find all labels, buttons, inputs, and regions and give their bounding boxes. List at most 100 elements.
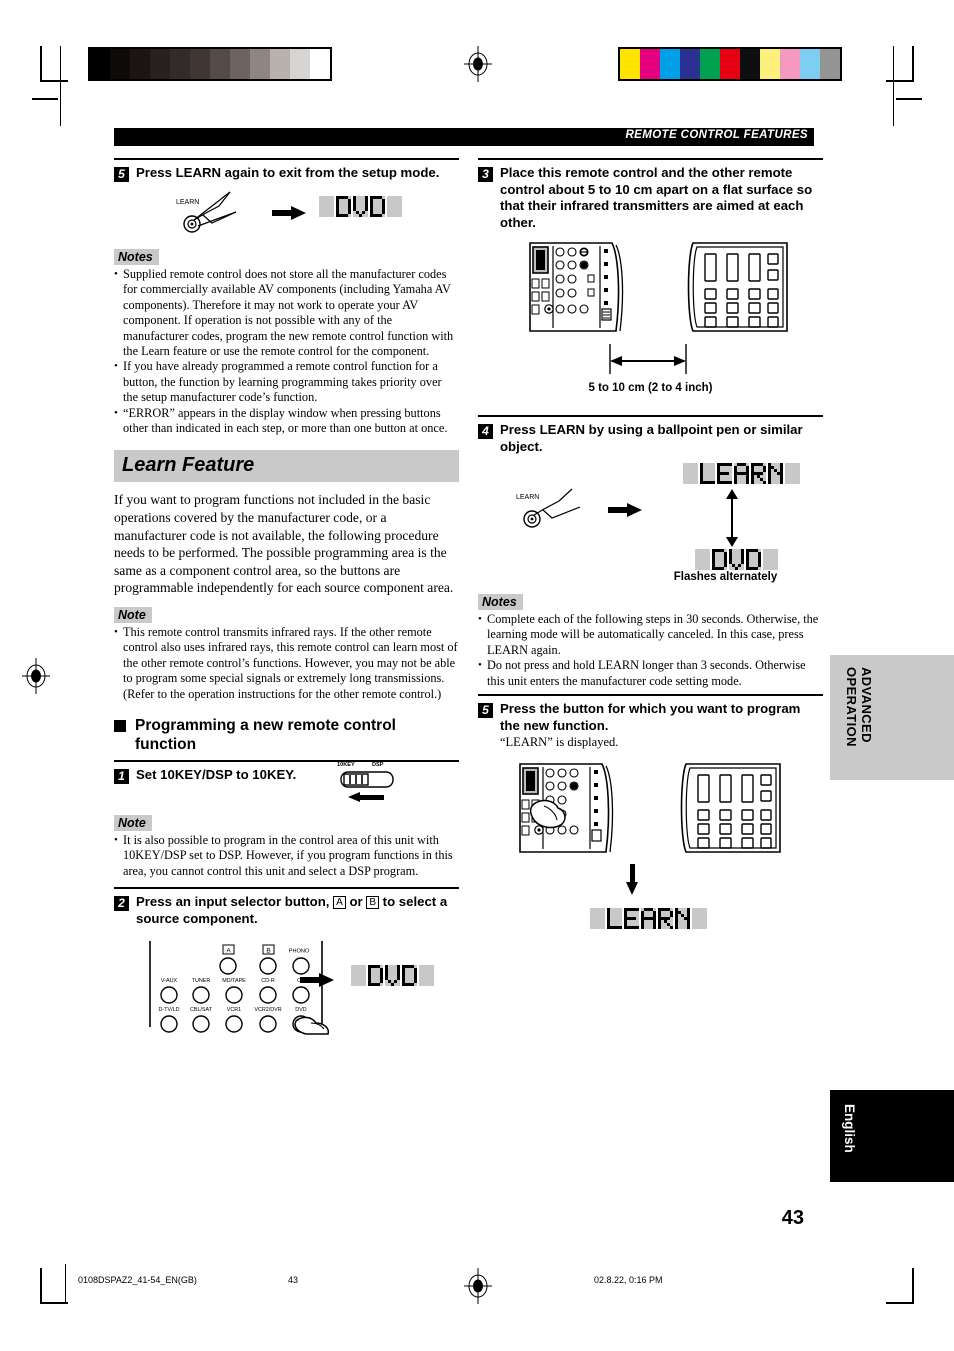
step-5-previous: 5 Press LEARN again to exit from the set…	[114, 160, 459, 182]
chapter-title: REMOTE CONTROL FEATURES	[625, 129, 808, 141]
this-remote-control-icon	[519, 763, 614, 853]
note-item: It is also possible to program in the co…	[114, 833, 459, 879]
note-item: Do not press and hold LEARN longer than …	[478, 658, 823, 689]
svg-text:D-TV/LD: D-TV/LD	[159, 1007, 180, 1013]
figure-two-remotes: 5 to 10 cm (2 to 4 inch)	[478, 239, 823, 409]
color-calibration-bar	[618, 47, 842, 81]
step-4: 4 Press LEARN by using a ballpoint pen o…	[478, 417, 823, 455]
flash-caption: Flashes alternately	[673, 571, 778, 583]
registration-mark-top	[464, 46, 492, 82]
chapter-header-bar: REMOTE CONTROL FEATURES	[114, 128, 814, 146]
note-block-infrared: Note This remote control transmits infra…	[114, 606, 459, 702]
section-title-learn-feature: Learn Feature	[114, 450, 459, 483]
svg-text:A: A	[226, 948, 231, 955]
learn-button-press-icon: LEARN	[176, 191, 237, 233]
alternate-flash-arrow-icon	[726, 489, 738, 547]
step-text: Place this remote control and the other …	[500, 165, 813, 230]
step-5: 5 Press the button for which you want to…	[478, 696, 823, 750]
lcd-display-learn	[683, 463, 800, 484]
step-text-part1: Press an input selector button,	[136, 894, 330, 910]
section-body: If you want to program functions not inc…	[114, 492, 454, 596]
flow-arrow-icon	[608, 503, 642, 517]
key-b-badge: B	[366, 896, 379, 910]
registration-mark-bottom	[464, 1268, 492, 1304]
step-number: 1	[114, 769, 129, 785]
figure-input-selector: A B PHONO V-AUX TUNER MD/TAPE CD-R CD D-…	[114, 935, 459, 1039]
note-list: It is also possible to program in the co…	[114, 833, 459, 879]
notes-label: Notes	[114, 249, 159, 265]
grayscale-calibration-bar	[88, 47, 332, 81]
svg-text:MD/TAPE: MD/TAPE	[222, 978, 246, 984]
note-item: If you have already programmed a remote …	[114, 359, 459, 405]
svg-text:VCR1: VCR1	[227, 1007, 241, 1013]
footer-filename: 0108DSPAZ2_41-54_EN(GB)	[78, 1275, 197, 1285]
learn-label: LEARN	[176, 199, 199, 206]
step-number: 5	[478, 703, 493, 719]
step-number: 4	[478, 424, 493, 439]
dimension-caption: 5 to 10 cm (2 to 4 inch)	[588, 382, 713, 394]
svg-text:B: B	[266, 948, 270, 955]
step-3: 3 Place this remote control and the othe…	[478, 160, 823, 231]
footer-page: 43	[288, 1275, 299, 1285]
section-tab-advanced-operation: ADVANCED OPERATION	[830, 655, 954, 780]
note-item: Complete each of the following steps in …	[478, 612, 823, 658]
footer-rule	[65, 1264, 66, 1304]
switch-label-10key: 10KEY	[337, 762, 355, 769]
note-label: Note	[114, 607, 152, 624]
slide-switch-icon	[340, 771, 394, 788]
note-label: Note	[114, 815, 152, 832]
step-number: 5	[114, 167, 129, 182]
switch-direction-arrow-icon	[348, 792, 384, 803]
svg-text:CBL/SAT: CBL/SAT	[190, 1007, 213, 1013]
notes-block: Notes Complete each of the following ste…	[478, 593, 823, 689]
key-a-badge: A	[333, 896, 346, 910]
footer-timestamp: 02.8.22, 0:16 PM	[594, 1275, 663, 1285]
other-remote-control-icon	[687, 242, 788, 332]
step-1: 1 Set 10KEY/DSP to 10KEY. 10KEY DSP	[114, 762, 459, 803]
right-column: 3 Place this remote control and the othe…	[478, 158, 823, 960]
registration-mark-left	[22, 658, 50, 694]
flow-arrow-icon	[300, 973, 334, 988]
notes-list: Supplied remote control does not store a…	[114, 267, 459, 436]
svg-text:PHONO: PHONO	[289, 949, 310, 955]
switch-label-dsp: DSP	[372, 762, 384, 769]
figure-program-button	[478, 760, 823, 960]
note-list: This remote control transmits infrared r…	[114, 625, 459, 702]
lcd-display	[351, 965, 434, 987]
step-number: 3	[478, 167, 493, 182]
lcd-display	[319, 196, 402, 217]
step-text: Press LEARN by using a ballpoint pen or …	[500, 422, 803, 454]
svg-text:V-AUX: V-AUX	[161, 978, 178, 984]
step-text: Press LEARN again to exit from the setup…	[136, 165, 440, 180]
svg-text:TUNER: TUNER	[192, 978, 211, 984]
step-text-or: or	[349, 894, 363, 910]
section-tab-label: ADVANCED OPERATION	[844, 667, 874, 747]
left-column: 5 Press LEARN again to exit from the set…	[114, 158, 459, 1039]
step-text: Press an input selector button, A or B t…	[136, 894, 459, 927]
learn-button-pen-icon: LEARN	[516, 488, 581, 528]
figure-press-learn: LEARN Flashes alternately	[478, 459, 823, 583]
svg-text:DVD: DVD	[295, 1007, 306, 1013]
note-item: This remote control transmits infrared r…	[114, 625, 459, 702]
notes-label: Notes	[478, 594, 523, 610]
note-item: “ERROR” appears in the display window wh…	[114, 406, 459, 437]
step-subtext: “LEARN” is displayed.	[500, 735, 619, 750]
svg-text:CD-R: CD-R	[261, 978, 275, 984]
step-text: Set 10KEY/DSP to 10KEY.	[136, 767, 297, 783]
page-number: 43	[781, 1207, 804, 1229]
step-text: Press the button for which you want to p…	[500, 701, 801, 733]
subsection-heading: Programming a new remote control functio…	[114, 716, 459, 754]
flow-arrow-icon	[272, 206, 306, 220]
notes-block: Notes Supplied remote control does not s…	[114, 248, 459, 436]
distance-dimension-arrow-icon	[609, 344, 687, 374]
notes-list: Complete each of the following steps in …	[478, 612, 823, 689]
figure-10key-dsp-switch: 10KEY DSP	[336, 762, 408, 808]
lcd-display-learn	[590, 908, 707, 930]
step-number: 2	[114, 896, 129, 912]
step-2: 2 Press an input selector button, A or B…	[114, 889, 459, 927]
note-item: Supplied remote control does not store a…	[114, 267, 459, 359]
svg-text:VCR2/DVR: VCR2/DVR	[254, 1007, 281, 1013]
flow-arrow-down-icon	[626, 864, 639, 896]
svg-text:LEARN: LEARN	[516, 494, 539, 501]
language-tab-label: English	[842, 1104, 857, 1153]
